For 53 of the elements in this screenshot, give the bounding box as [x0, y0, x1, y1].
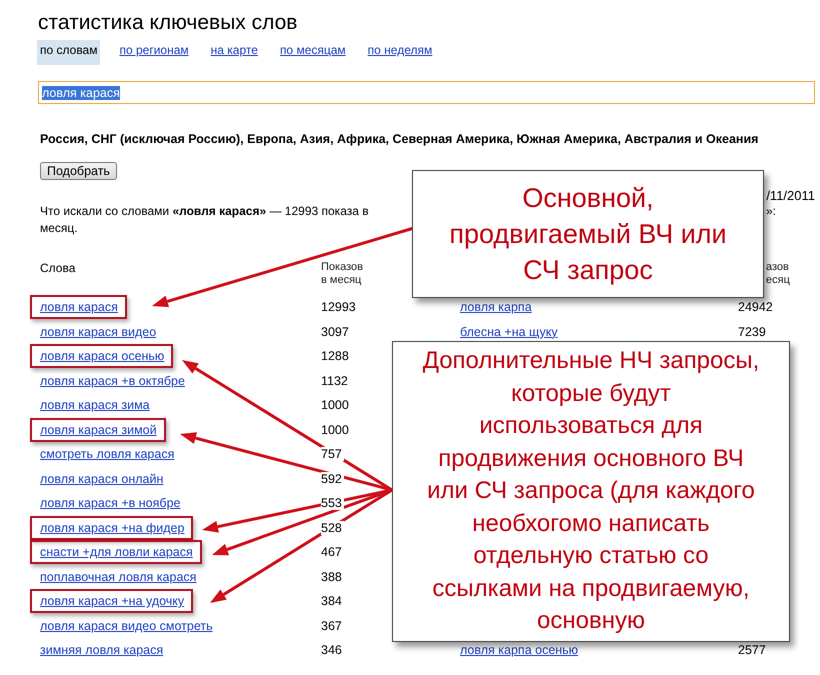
keyword-link[interactable]: ловля карпа осенью: [460, 643, 738, 658]
count-cell: 1000: [321, 398, 351, 412]
keyword-link[interactable]: ловля карася видео: [40, 324, 156, 339]
column-header: Слова: [40, 261, 76, 275]
page-title: статистика ключевых слов: [37, 10, 298, 36]
count-cell: 388: [321, 570, 344, 584]
submit-button[interactable]: Подобрать: [40, 162, 117, 180]
keyword-link[interactable]: ловля карася: [40, 300, 118, 314]
count-cell: 467: [321, 545, 344, 560]
count-cell: 1288: [321, 349, 351, 364]
keyword-link[interactable]: ловля карася +на удочку: [40, 594, 184, 608]
count-cell: 553: [321, 496, 344, 510]
count-cell: 12993: [321, 300, 358, 314]
count-cell: 2577: [738, 643, 766, 658]
count-cell: 7239: [738, 324, 766, 339]
callout-note: Дополнительные НЧ запросы, которые будут использоваться для продвижения основного ВЧ или СЧ запроса (для каждого необхогомо написать отдельную статью со ссылками на продвигаемую, основную: [392, 341, 790, 642]
keyword-link[interactable]: снасти +для ловли карася: [40, 545, 193, 560]
count-cell: 24942: [738, 300, 773, 314]
keyword-link[interactable]: ловля карася осенью: [40, 349, 164, 364]
summary-fragment: »:: [766, 203, 776, 220]
count-cell: 1000: [321, 422, 351, 437]
tab[interactable]: по словам: [37, 40, 100, 65]
keyword-link[interactable]: ловля карася +в ноябре: [40, 496, 180, 510]
search-field[interactable]: ловля карася: [38, 81, 815, 104]
keyword-link[interactable]: ловля карася онлайн: [40, 472, 164, 486]
count-cell: 757: [321, 447, 344, 462]
count-cell: 592: [321, 472, 344, 486]
keyword-link[interactable]: зимняя ловля карася: [40, 643, 164, 658]
column-header: Показов в месяц: [321, 261, 364, 287]
region-list: Россия, СНГ (исключая Россию), Европа, Азия, Африка, Северная Америка, Южная Америка, Австралия и Океания: [40, 132, 820, 146]
tab[interactable]: по неделям: [364, 40, 436, 65]
keyword-link[interactable]: ловля карася зима: [40, 398, 150, 412]
keyword-link[interactable]: ловля карася +на фидер: [40, 520, 184, 535]
keyword-link[interactable]: ловля карася видео смотреть: [40, 618, 213, 633]
tab[interactable]: на карте: [208, 40, 261, 65]
count-cell: 3097: [321, 324, 351, 339]
keyword-link[interactable]: ловля карпа: [460, 300, 738, 314]
results-summary: Что искали со словами «ловля карася» — 12993 показа в месяц.: [40, 203, 370, 237]
column-header: азов есяц: [766, 261, 791, 287]
keyword-link[interactable]: блесна +на щуку: [460, 324, 738, 339]
count-cell: 384: [321, 594, 344, 608]
keyword-link[interactable]: поплавочная ловля карася: [40, 570, 196, 584]
keyword-link[interactable]: смотреть ловля карася: [40, 447, 174, 462]
date-text: /11/2011: [766, 188, 815, 203]
count-cell: 367: [321, 618, 344, 633]
keyword-link[interactable]: ловля карася +в октябре: [40, 374, 185, 388]
callout-note: Основной, продвигаемый ВЧ или СЧ запрос: [412, 170, 764, 298]
tab[interactable]: по регионам: [116, 40, 192, 65]
count-cell: 346: [321, 643, 344, 658]
tab[interactable]: по месяцам: [276, 40, 349, 65]
keyword-link[interactable]: ловля карася зимой: [40, 422, 157, 437]
count-cell: 1132: [321, 374, 350, 388]
count-cell: 528: [321, 520, 344, 535]
